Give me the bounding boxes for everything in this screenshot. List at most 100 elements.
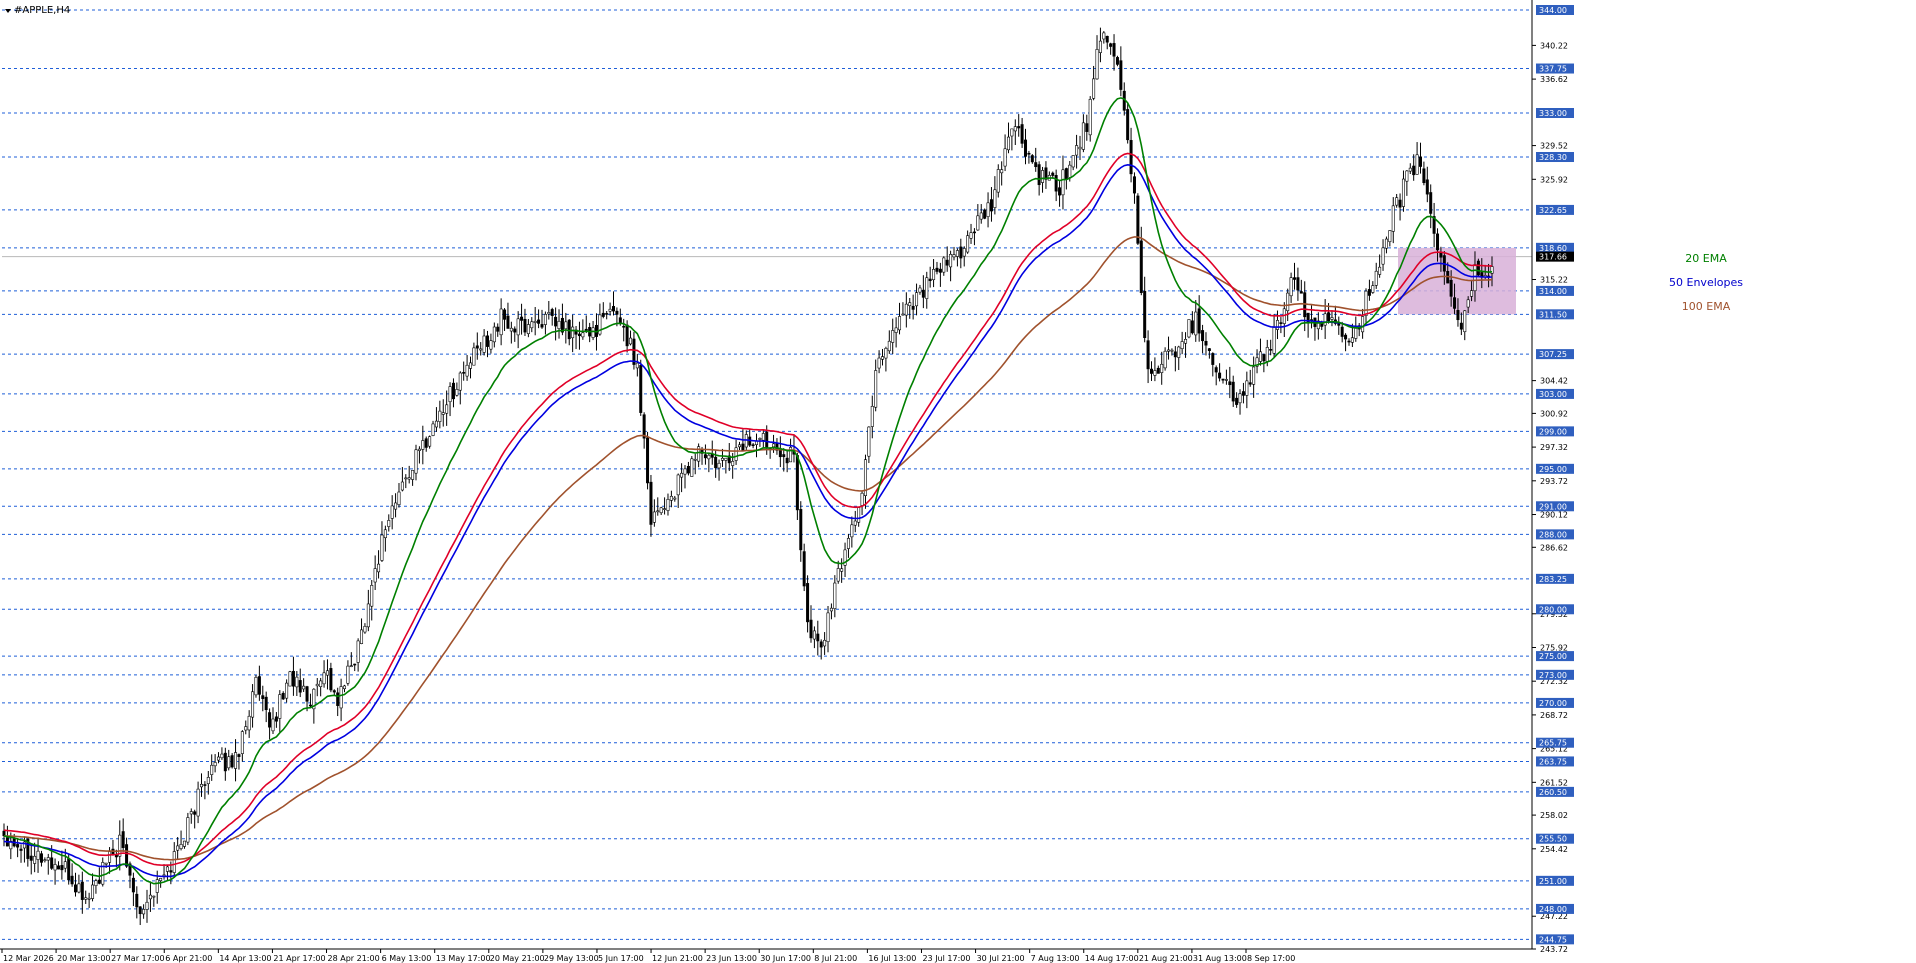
candle-body bbox=[1211, 353, 1215, 365]
candle-body bbox=[1228, 381, 1232, 386]
x-tick-label: 8 Jul 21:00 bbox=[814, 954, 857, 963]
candle-body bbox=[1436, 233, 1440, 251]
candle-body bbox=[969, 232, 973, 239]
candle-body bbox=[332, 690, 336, 693]
candle-body bbox=[1143, 290, 1147, 338]
candle-body bbox=[165, 866, 169, 872]
chart-title-text: #APPLE,H4 bbox=[14, 5, 70, 16]
candle-body bbox=[1252, 366, 1256, 385]
candle-body bbox=[421, 440, 425, 450]
candle-body bbox=[1293, 277, 1297, 280]
candle-body bbox=[244, 726, 248, 731]
candle-body bbox=[840, 568, 844, 572]
x-tick-label: 27 Mar 17:00 bbox=[111, 954, 164, 963]
candle-body bbox=[571, 326, 575, 339]
candle-body bbox=[537, 319, 541, 324]
candle-body bbox=[155, 879, 159, 893]
candle-body bbox=[1286, 292, 1290, 312]
candle-body bbox=[935, 267, 939, 272]
candle-body bbox=[1177, 346, 1181, 358]
level-tag-label: 255.50 bbox=[1539, 835, 1567, 844]
candle-body bbox=[1340, 326, 1344, 337]
candle-body bbox=[938, 268, 942, 273]
candle-body bbox=[993, 189, 997, 208]
candle-body bbox=[1262, 354, 1266, 362]
candle-body bbox=[1231, 381, 1235, 402]
candle-body bbox=[516, 318, 520, 336]
candle-body bbox=[1415, 154, 1419, 175]
candle-body bbox=[526, 324, 530, 334]
candle-body bbox=[496, 326, 500, 332]
candle-body bbox=[615, 310, 619, 315]
candle-body bbox=[220, 753, 224, 759]
candle-body bbox=[921, 289, 925, 298]
candle-body bbox=[199, 783, 203, 788]
candle-body bbox=[649, 481, 653, 525]
candle-body bbox=[1085, 123, 1089, 132]
candle-body bbox=[925, 277, 929, 299]
candle-body bbox=[295, 676, 299, 688]
candle-body bbox=[441, 412, 445, 415]
candle-body bbox=[247, 715, 251, 731]
candle-body bbox=[591, 327, 595, 338]
candle-body bbox=[213, 762, 217, 767]
price-chart[interactable]: 340.22 336.62 329.52 325.92 315.22 304.42 300.… bbox=[0, 0, 1916, 963]
candle-body bbox=[1245, 380, 1249, 396]
x-tick-label: 29 May 13:00 bbox=[544, 954, 599, 963]
candle-body bbox=[891, 330, 895, 343]
candle-body bbox=[1170, 349, 1174, 352]
candle-body bbox=[1187, 319, 1191, 338]
candle-body bbox=[918, 287, 922, 293]
candle-body bbox=[1391, 205, 1395, 232]
candle-body bbox=[1449, 279, 1453, 297]
candle-body bbox=[1470, 290, 1474, 297]
candle-body bbox=[564, 321, 568, 330]
candle-body bbox=[254, 676, 258, 696]
candle-body bbox=[850, 524, 854, 538]
candle-body bbox=[972, 231, 976, 234]
candle-body bbox=[257, 676, 261, 695]
level-tag-label: 288.00 bbox=[1539, 530, 1567, 539]
candle-body bbox=[325, 670, 329, 676]
candle-body bbox=[489, 340, 493, 350]
candle-body bbox=[955, 250, 959, 257]
candle-body bbox=[1088, 98, 1092, 136]
candle-body bbox=[152, 895, 156, 898]
candle-body bbox=[1129, 140, 1133, 175]
candle-body bbox=[492, 326, 496, 343]
candle-body bbox=[1058, 187, 1062, 196]
x-tick-label: 7 Aug 13:00 bbox=[1031, 954, 1080, 963]
candle-body bbox=[278, 694, 282, 719]
candle-body bbox=[567, 319, 571, 340]
x-tick-label: 12 Jun 21:00 bbox=[652, 954, 703, 963]
candle-body bbox=[1112, 43, 1116, 57]
candle-body bbox=[533, 320, 537, 323]
candle-body bbox=[1146, 340, 1150, 370]
candle-body bbox=[877, 357, 881, 369]
candle-body bbox=[1476, 260, 1480, 276]
x-tick-label: 31 Aug 13:00 bbox=[1193, 954, 1247, 963]
candle-body bbox=[714, 456, 718, 469]
candle-body bbox=[1092, 78, 1096, 99]
candle-body bbox=[1167, 349, 1171, 352]
chart-title: #APPLE,H4 bbox=[5, 5, 70, 16]
chart-canvas[interactable]: 340.22 336.62 329.52 325.92 315.22 304.42 300.… bbox=[0, 0, 1916, 963]
candle-body bbox=[424, 438, 428, 448]
candle-body bbox=[663, 508, 667, 510]
candle-body bbox=[1265, 347, 1269, 362]
candle-body bbox=[308, 704, 312, 707]
level-tag-label: 265.75 bbox=[1539, 739, 1567, 748]
candle-body bbox=[285, 682, 289, 699]
x-tick-label: 13 May 17:00 bbox=[436, 954, 491, 963]
candle-body bbox=[499, 308, 503, 336]
candle-body bbox=[652, 511, 656, 523]
candle-body bbox=[761, 433, 765, 441]
candle-body bbox=[135, 893, 139, 908]
candle-body bbox=[479, 348, 483, 351]
candle-body bbox=[346, 665, 350, 684]
candle-body bbox=[84, 897, 88, 900]
candle-body bbox=[833, 582, 837, 609]
candle-body bbox=[874, 370, 878, 408]
candle-body bbox=[196, 788, 200, 817]
candle-body bbox=[625, 324, 629, 347]
